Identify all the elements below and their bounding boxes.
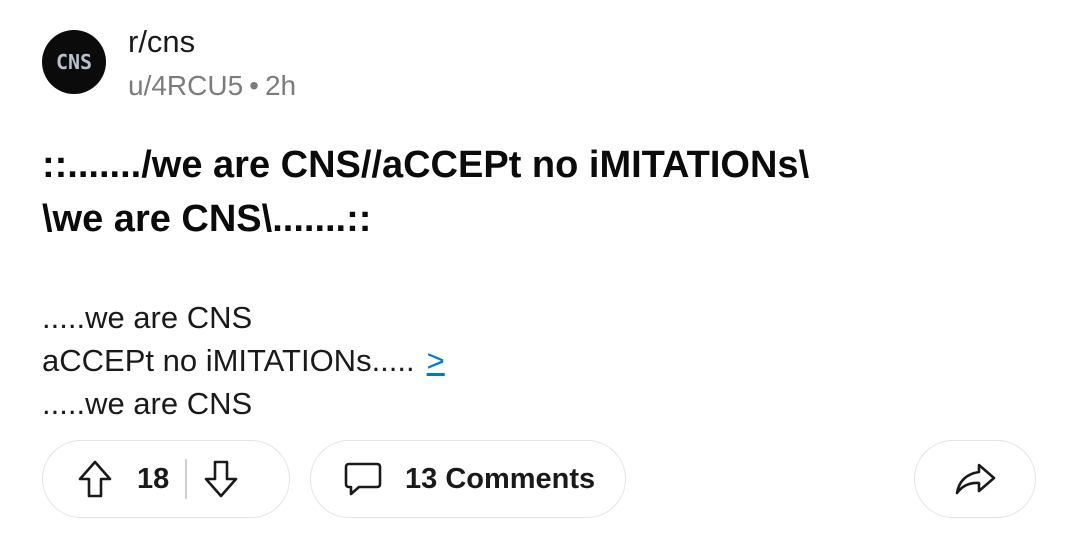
subreddit-avatar[interactable]: CNS xyxy=(42,30,106,94)
post-body-line-3: .....we are CNS xyxy=(42,386,253,421)
vote-count: 18 xyxy=(137,462,170,495)
post-meta: r/cns u/4RCU5 • 2h xyxy=(128,24,296,102)
upvote-arrow-icon[interactable] xyxy=(77,459,113,499)
meta-separator: • xyxy=(249,70,259,101)
post-body-line-2: aCCEPt no iMITATIONs..... > xyxy=(42,339,445,382)
post-title-line-2: \we are CNS\.......:: xyxy=(42,198,372,240)
post-header: CNS r/cns u/4RCU5 • 2h xyxy=(42,24,296,102)
comments-button[interactable]: 13 Comments xyxy=(310,440,626,518)
post-title-line-1: ::......./we are CNS//aCCEPt no iMITATIO… xyxy=(42,144,810,186)
speech-bubble-icon xyxy=(343,460,383,498)
post-body[interactable]: .....we are CNS aCCEPt no iMITATIONs....… xyxy=(42,296,445,425)
author-name[interactable]: u/4RCU5 xyxy=(128,70,243,101)
post-body-line-2-text: aCCEPt no iMITATIONs..... xyxy=(42,343,415,378)
vote-divider xyxy=(185,459,187,499)
author-line: u/4RCU5 • 2h xyxy=(128,70,296,102)
share-button[interactable] xyxy=(914,440,1036,518)
share-arrow-icon xyxy=(953,459,997,499)
post-age: 2h xyxy=(264,70,297,101)
read-more-link[interactable]: > xyxy=(427,343,445,378)
post-body-line-1: .....we are CNS xyxy=(42,300,253,335)
avatar-text: CNS xyxy=(55,50,93,74)
comments-count-label: 13 Comments xyxy=(405,462,596,495)
post-title[interactable]: ::......./we are CNS//aCCEPt no iMITATIO… xyxy=(42,138,1042,246)
subreddit-name[interactable]: r/cns xyxy=(128,24,296,60)
vote-bar: 18 xyxy=(42,440,290,518)
downvote-arrow-icon[interactable] xyxy=(203,459,239,499)
